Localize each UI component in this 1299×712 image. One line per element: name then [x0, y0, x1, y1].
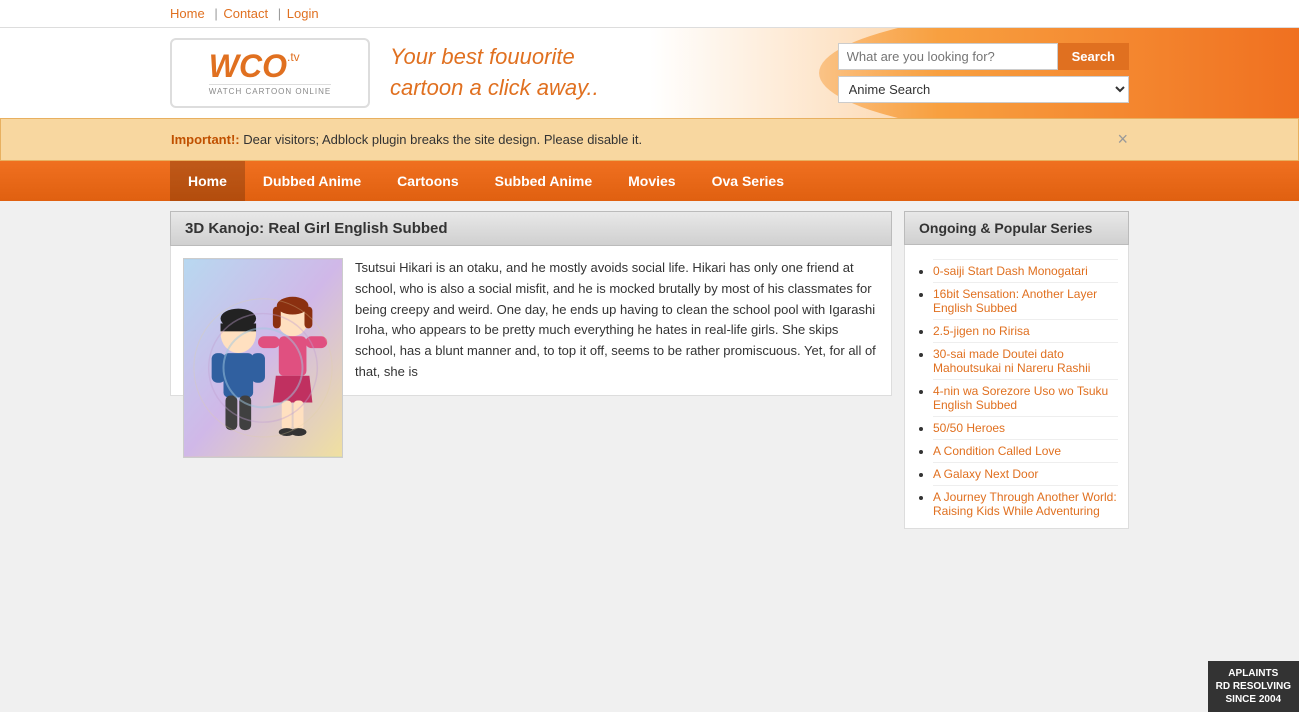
alert-prefix: Important!: [171, 132, 240, 147]
sidebar-link[interactable]: 16bit Sensation: Another Layer English S… [933, 287, 1097, 315]
login-link[interactable]: Login [287, 6, 319, 21]
alert-text: Dear visitors; Adblock plugin breaks the… [243, 132, 642, 147]
content-left: 3D Kanojo: Real Girl English Subbed [170, 211, 892, 529]
top-bar: Home | Contact | Login [0, 0, 1299, 28]
main-content: 3D Kanojo: Real Girl English Subbed [0, 201, 1299, 539]
sidebar-link[interactable]: A Journey Through Another World: Raising… [933, 490, 1117, 518]
anime-image [183, 258, 343, 458]
sidebar-link[interactable]: 2.5-jigen no Ririsa [933, 324, 1030, 338]
sidebar-link[interactable]: 50/50 Heroes [933, 421, 1005, 435]
list-item: 50/50 Heroes [933, 417, 1118, 440]
header-right: Search Anime Search Cartoon Search Movie… [838, 43, 1129, 103]
nav-cartoons[interactable]: Cartoons [379, 161, 476, 201]
nav: Home Dubbed Anime Cartoons Subbed Anime … [0, 161, 1299, 201]
sidebar-link[interactable]: A Condition Called Love [933, 444, 1061, 458]
list-item: 30-sai made Doutei dato Mahoutsukai ni N… [933, 343, 1118, 380]
nav-movies[interactable]: Movies [610, 161, 693, 201]
logo: WCO .tv WATCH CARTOON ONLINE [170, 38, 370, 108]
sidebar: Ongoing & Popular Series 0-saiji Start D… [904, 211, 1129, 529]
list-item: 16bit Sensation: Another Layer English S… [933, 283, 1118, 320]
nav-dubbed-anime[interactable]: Dubbed Anime [245, 161, 379, 201]
alert-message: Important!: Dear visitors; Adblock plugi… [171, 132, 642, 147]
search-type-select[interactable]: Anime Search Cartoon Search Movie Search [838, 76, 1129, 103]
complaint-badge: APLAINTS RD RESOLVING SINCE 2004 [1208, 661, 1299, 712]
search-button[interactable]: Search [1058, 43, 1129, 70]
nav-ova-series[interactable]: Ova Series [694, 161, 802, 201]
alert-close-button[interactable]: × [1117, 129, 1128, 150]
list-item [933, 251, 1118, 260]
tagline: Your best fouuorite cartoon a click away… [390, 42, 599, 104]
list-item: 2.5-jigen no Ririsa [933, 320, 1118, 343]
nav-home[interactable]: Home [170, 161, 245, 201]
list-item: 4-nin wa Sorezore Uso wo Tsuku English S… [933, 380, 1118, 417]
list-item: A Galaxy Next Door [933, 463, 1118, 486]
sidebar-title: Ongoing & Popular Series [904, 211, 1129, 245]
content-title: 3D Kanojo: Real Girl English Subbed [170, 211, 892, 246]
sidebar-link[interactable]: 30-sai made Doutei dato Mahoutsukai ni N… [933, 347, 1090, 375]
header-left: WCO .tv WATCH CARTOON ONLINE Your best f… [170, 38, 599, 108]
search-row: Search [838, 43, 1129, 70]
content-body: Tsutsui Hikari is an otaku, and he mostl… [170, 246, 892, 396]
sidebar-list: 0-saiji Start Dash Monogatari 16bit Sens… [915, 251, 1118, 522]
sidebar-link[interactable]: 0-saiji Start Dash Monogatari [933, 264, 1088, 278]
list-item: A Journey Through Another World: Raising… [933, 486, 1118, 522]
logo-tv: .tv [287, 50, 300, 64]
sidebar-link[interactable]: A Galaxy Next Door [933, 467, 1038, 481]
sidebar-body: 0-saiji Start Dash Monogatari 16bit Sens… [904, 245, 1129, 529]
header: WCO .tv WATCH CARTOON ONLINE Your best f… [0, 28, 1299, 118]
search-input[interactable] [838, 43, 1058, 70]
alert-bar: Important!: Dear visitors; Adblock plugi… [0, 118, 1299, 161]
nav-subbed-anime[interactable]: Subbed Anime [477, 161, 611, 201]
sidebar-link[interactable]: 4-nin wa Sorezore Uso wo Tsuku English S… [933, 384, 1108, 412]
home-link[interactable]: Home [170, 6, 205, 21]
list-item: A Condition Called Love [933, 440, 1118, 463]
contact-link[interactable]: Contact [223, 6, 268, 21]
logo-bottom: WATCH CARTOON ONLINE [209, 84, 331, 96]
list-item: 0-saiji Start Dash Monogatari [933, 260, 1118, 283]
logo-wco: WCO [209, 50, 287, 82]
